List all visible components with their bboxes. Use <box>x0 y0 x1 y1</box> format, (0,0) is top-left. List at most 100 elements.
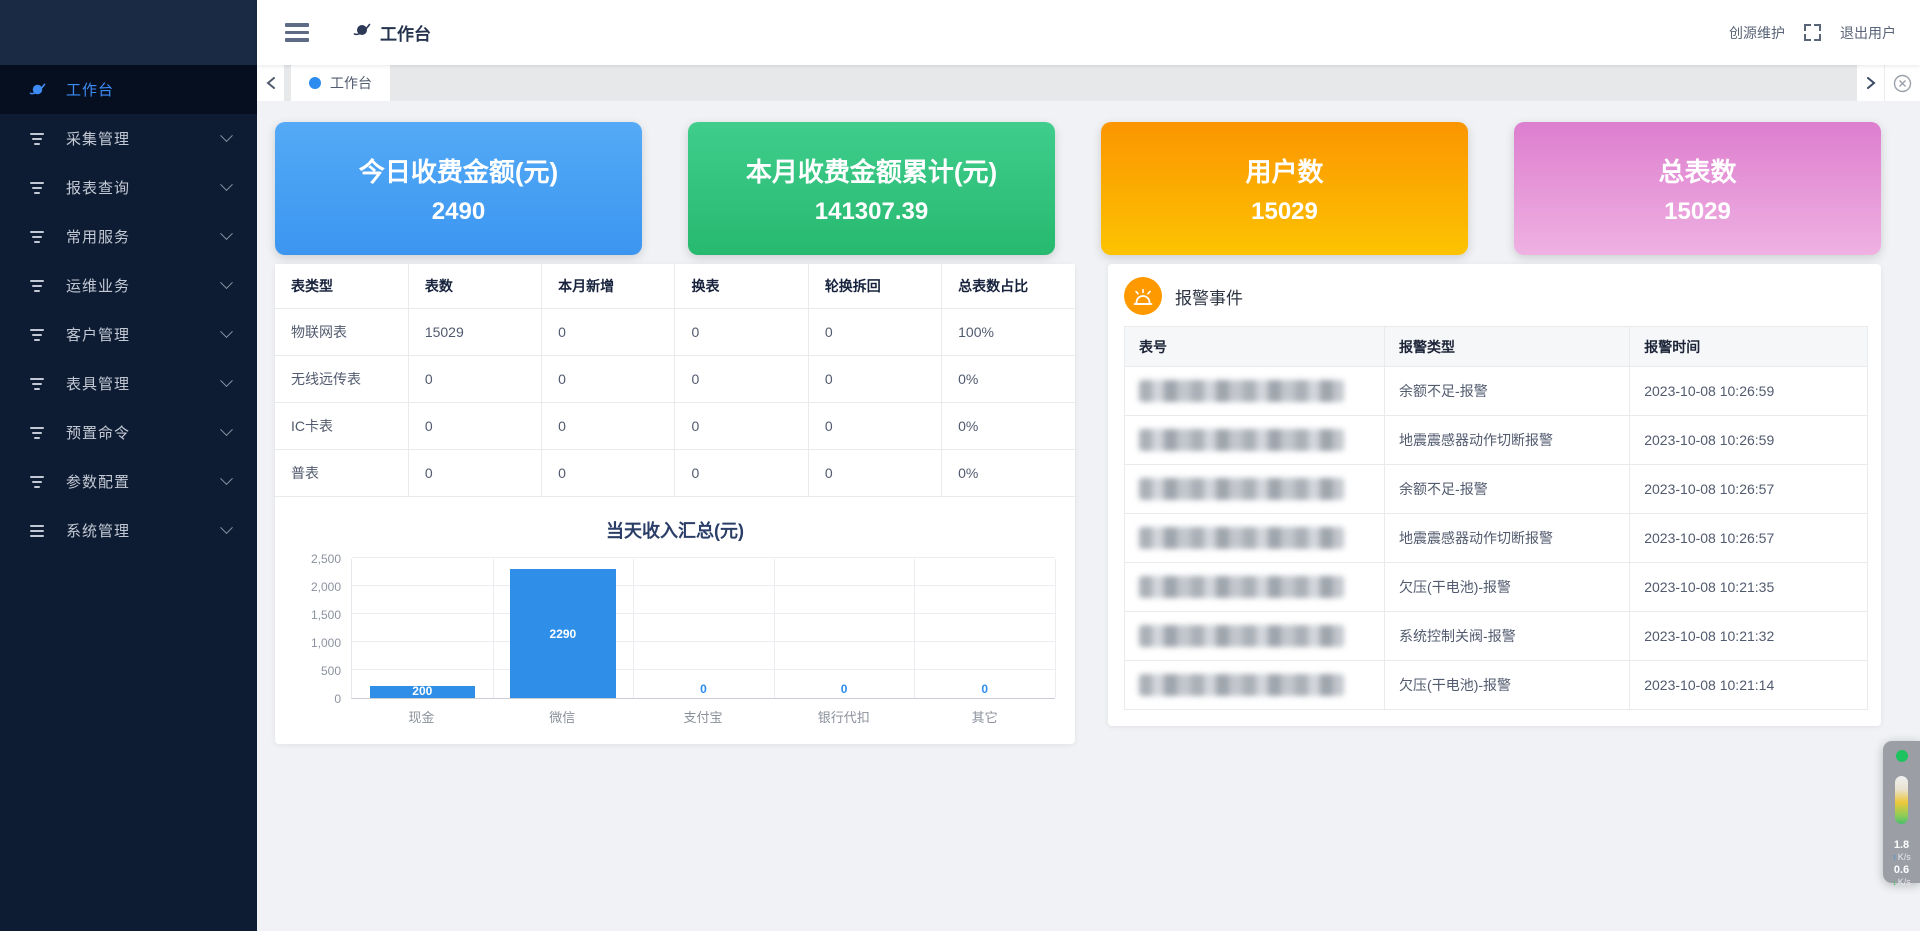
alarm-time: 2023-10-08 10:26:57 <box>1630 514 1868 563</box>
sidebar-item-预置命令[interactable]: 预置命令 <box>0 408 257 457</box>
alarm-row: 系统控制关阀-报警 2023-10-08 10:21:32 <box>1125 612 1868 661</box>
income-chart: 当天收入汇总(元) 05001,0001,5002,0002,500 20022… <box>275 497 1075 744</box>
chevron-down-icon <box>220 178 233 191</box>
alarm-panel-header: 报警事件 <box>1108 264 1881 326</box>
stat-card-title: 本月收费金额累计(元) <box>688 152 1055 189</box>
sidebar-item-报表查询[interactable]: 报表查询 <box>0 163 257 212</box>
column-header: 表号 <box>1125 327 1385 367</box>
sidebar-item-系统管理[interactable]: 系统管理 <box>0 506 257 555</box>
stat-card-value: 15029 <box>1514 198 1881 226</box>
filter-icon <box>28 424 46 442</box>
alarm-type: 余额不足-报警 <box>1385 367 1630 416</box>
fullscreen-icon[interactable] <box>1803 23 1822 42</box>
sidebar-item-label: 运维业务 <box>66 275 130 296</box>
tab-bar-filler <box>390 65 1857 101</box>
sidebar-logo-area <box>0 0 257 65</box>
download-speed-value: 0.6 <box>1894 863 1909 877</box>
gauge-pill-icon <box>1895 776 1908 824</box>
table-row: 普表0 00 00% <box>275 449 1075 496</box>
net-speed-widget[interactable]: 1.8 ↑K/s 0.6 ↓K/s <box>1883 741 1920 883</box>
tabs-scroll-left-button[interactable] <box>257 65 284 101</box>
alarm-time: 2023-10-08 10:26:57 <box>1630 465 1868 514</box>
stat-card: 今日收费金额(元) 2490 <box>275 122 642 255</box>
page-title: 工作台 <box>380 20 431 45</box>
alarm-type: 欠压(干电池)-报警 <box>1385 661 1630 710</box>
tab-workbench[interactable]: 工作台 <box>291 65 390 101</box>
column-header: 报警时间 <box>1630 327 1868 367</box>
alarm-time: 2023-10-08 10:21:14 <box>1630 661 1868 710</box>
sidebar-item-运维业务[interactable]: 运维业务 <box>0 261 257 310</box>
alarm-type: 地震震感器动作切断报警 <box>1385 514 1630 563</box>
sidebar-item-工作台[interactable]: 工作台 <box>0 65 257 114</box>
down-arrow-icon: ↓ <box>1892 877 1897 888</box>
chart-title: 当天收入汇总(元) <box>295 517 1055 543</box>
chart-x-axis-labels: 现金微信支付宝银行代扣其它 <box>351 707 1055 726</box>
table-header-row: 表类型表数本月新增换表轮换拆回总表数占比 <box>275 264 1075 308</box>
header-actions: 创源维护 退出用户 <box>1729 23 1896 43</box>
logout-link[interactable]: 退出用户 <box>1840 23 1896 43</box>
sidebar-item-客户管理[interactable]: 客户管理 <box>0 310 257 359</box>
download-speed-unit: K/s <box>1898 877 1911 888</box>
filter-icon <box>28 228 46 246</box>
filter-icon <box>28 130 46 148</box>
filter-icon <box>28 277 46 295</box>
meter-type-table: 表类型表数本月新增换表轮换拆回总表数占比 物联网表15029 00 0100% … <box>275 264 1075 497</box>
bar-value-label: 2290 <box>493 627 634 641</box>
sidebar-item-表具管理[interactable]: 表具管理 <box>0 359 257 408</box>
main-area: 工作台 创源维护 退出用户 工作台 今日收费 <box>257 0 1920 931</box>
column-header: 轮换拆回 <box>808 264 941 308</box>
filter-icon <box>28 473 46 491</box>
filter-icon <box>28 326 46 344</box>
alarm-row: 欠压(干电池)-报警 2023-10-08 10:21:14 <box>1125 661 1868 710</box>
table-row: 物联网表15029 00 0100% <box>275 308 1075 355</box>
tabs-scroll-right-button[interactable] <box>1857 65 1884 101</box>
chevron-down-icon <box>220 521 233 534</box>
tab-label: 工作台 <box>330 73 372 93</box>
filter-icon <box>28 179 46 197</box>
chevron-down-icon <box>220 227 233 240</box>
sidebar-item-常用服务[interactable]: 常用服务 <box>0 212 257 261</box>
collapse-menu-icon[interactable] <box>285 23 309 42</box>
chevron-down-icon <box>220 374 233 387</box>
chart-plot-area: 2002290000 <box>351 559 1055 699</box>
stat-card-title: 总表数 <box>1514 152 1881 189</box>
stat-card: 用户数 15029 <box>1101 122 1468 255</box>
sidebar-item-参数配置[interactable]: 参数配置 <box>0 457 257 506</box>
bar-value-label: 0 <box>633 682 774 696</box>
alarm-table: 表号报警类型报警时间 余额不足-报警 2023-10-08 10:26:59 地… <box>1124 326 1868 710</box>
alarm-time: 2023-10-08 10:21:35 <box>1630 563 1868 612</box>
bar-value-label: 200 <box>352 684 493 698</box>
redacted-meter-number <box>1139 674 1344 696</box>
upload-speed-value: 1.8 <box>1894 838 1909 852</box>
stat-card: 总表数 15029 <box>1514 122 1881 255</box>
column-header: 报警类型 <box>1385 327 1630 367</box>
sidebar-item-label: 采集管理 <box>66 128 130 149</box>
stat-card-title: 用户数 <box>1101 152 1468 189</box>
sidebar-item-采集管理[interactable]: 采集管理 <box>0 114 257 163</box>
sidebar-item-label: 工作台 <box>66 79 114 100</box>
maintenance-link[interactable]: 创源维护 <box>1729 23 1785 43</box>
sidebar-item-label: 常用服务 <box>66 226 130 247</box>
tab-bar: 工作台 <box>257 65 1920 101</box>
bar-value-label: 0 <box>774 682 915 696</box>
leaf-icon <box>28 81 46 99</box>
alarm-row: 余额不足-报警 2023-10-08 10:26:57 <box>1125 465 1868 514</box>
sidebar-item-label: 报表查询 <box>66 177 130 198</box>
alarm-events-panel: 报警事件 表号报警类型报警时间 余额不足-报警 2023-10-08 10:26… <box>1108 264 1881 726</box>
column-header: 换表 <box>675 264 808 308</box>
close-tabs-icon[interactable] <box>1884 65 1920 101</box>
alarm-siren-icon <box>1124 277 1162 315</box>
status-dot-icon <box>1896 750 1908 762</box>
stat-card-title: 今日收费金额(元) <box>275 152 642 189</box>
stat-card-value: 15029 <box>1101 198 1468 226</box>
bar-支付宝: 0 <box>633 559 774 698</box>
redacted-meter-number <box>1139 625 1344 647</box>
redacted-meter-number <box>1139 527 1344 549</box>
up-arrow-icon: ↑ <box>1892 852 1897 863</box>
sidebar-item-label: 表具管理 <box>66 373 130 394</box>
alarm-type: 系统控制关阀-报警 <box>1385 612 1630 661</box>
filter-icon <box>28 375 46 393</box>
content-area: 今日收费金额(元) 2490 本月收费金额累计(元) 141307.39 用户数… <box>257 101 1920 931</box>
sidebar-item-label: 预置命令 <box>66 422 130 443</box>
column-header: 表数 <box>408 264 541 308</box>
